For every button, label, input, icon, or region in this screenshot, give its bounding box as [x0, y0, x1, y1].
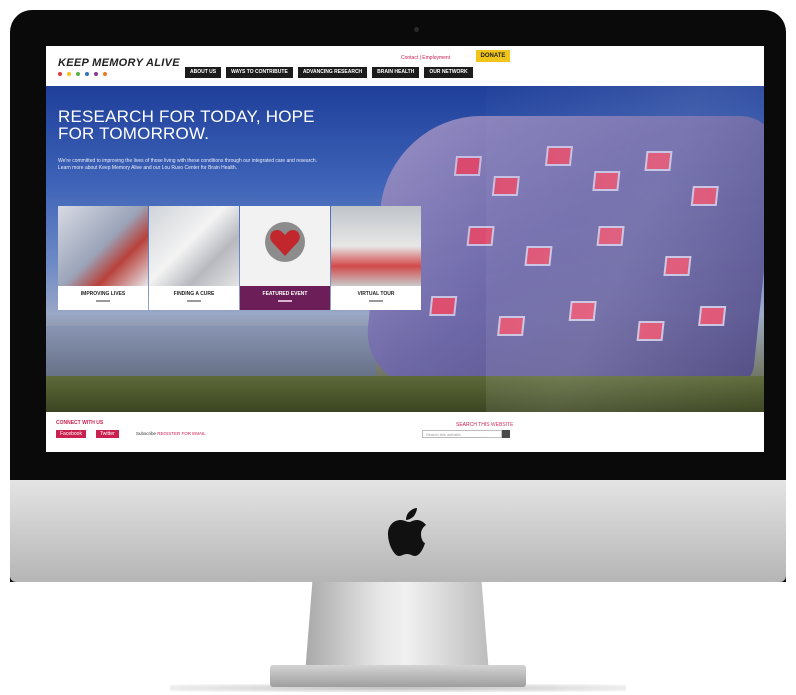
logo-dot	[76, 72, 80, 76]
monitor-stand-base	[270, 665, 526, 687]
nav-our-network[interactable]: OUR NETWORK	[424, 67, 473, 78]
building-window	[592, 171, 621, 191]
hero-title: RESEARCH FOR TODAY, HOPE FOR TOMORROW.	[58, 107, 315, 143]
logo-dot	[103, 72, 107, 76]
card-finding-a-cure[interactable]: FINDING A CURE	[149, 206, 239, 310]
building-window	[466, 226, 495, 246]
logo-dot	[94, 72, 98, 76]
building-window	[429, 296, 458, 316]
card-virtual-tour[interactable]: VIRTUAL TOUR	[331, 206, 421, 310]
card-photo	[240, 206, 330, 286]
contact-employment-link[interactable]: Contact | Employment	[401, 55, 450, 61]
building-window	[491, 176, 520, 196]
card-divider	[369, 300, 383, 302]
building-window	[690, 186, 719, 206]
card-divider	[278, 300, 292, 302]
logo-dot	[67, 72, 71, 76]
logo-dot	[85, 72, 89, 76]
building-window	[544, 146, 574, 166]
building-window	[497, 316, 526, 336]
search-title: SEARCH THIS WEBSITE	[456, 422, 514, 428]
card-label: IMPROVING LIVES	[80, 291, 126, 297]
apple-logo-icon	[388, 508, 426, 556]
site-footer-bar: CONNECT WITH US Facebook Twitter Subscri…	[46, 412, 764, 452]
monitor-screen: KEEP MEMORY ALIVE Contact | Employment D…	[46, 46, 764, 452]
card-photo	[331, 206, 421, 286]
building-window	[453, 156, 482, 176]
card-divider	[96, 300, 110, 302]
signup-text: Subscribe	[136, 431, 157, 436]
hero-banner: RESEARCH FOR TODAY, HOPE FOR TOMORROW. W…	[46, 86, 764, 412]
building-window	[663, 256, 692, 276]
site-logo[interactable]: KEEP MEMORY ALIVE	[58, 57, 180, 69]
facebook-button[interactable]: Facebook	[56, 430, 86, 438]
search-input[interactable]: Search this website	[422, 430, 502, 438]
card-label: FINDING A CURE	[173, 291, 215, 297]
search-submit-button[interactable]	[502, 430, 510, 438]
monitor-chin	[10, 480, 786, 582]
email-signup: Subscribe REGISTER FOR EMAIL	[136, 431, 206, 436]
lawn-image	[46, 376, 764, 412]
feature-cards: IMPROVING LIVES FINDING A CURE FEATURED …	[58, 206, 421, 310]
card-divider	[187, 300, 201, 302]
logo-dots	[58, 72, 107, 76]
monitor-stand-neck	[305, 582, 489, 674]
webcam-icon	[414, 27, 419, 32]
building-image	[361, 116, 764, 386]
nav-ways-to-contribute[interactable]: WAYS TO CONTRIBUTE	[226, 67, 293, 78]
card-photo	[58, 206, 148, 286]
card-photo	[149, 206, 239, 286]
logo-dot	[58, 72, 62, 76]
building-window	[698, 306, 727, 326]
building-window	[524, 246, 553, 266]
card-featured-event[interactable]: FEATURED EVENT	[240, 206, 330, 310]
nav-about-us[interactable]: ABOUT US	[185, 67, 222, 78]
building-window	[568, 301, 597, 321]
card-improving-lives[interactable]: IMPROVING LIVES	[58, 206, 148, 310]
connect-title: CONNECT WITH US	[56, 420, 104, 426]
building-window	[636, 321, 665, 341]
main-nav: ABOUT US WAYS TO CONTRIBUTE ADVANCING RE…	[185, 67, 473, 78]
nav-brain-health[interactable]: BRAIN HEALTH	[372, 67, 420, 78]
heart-badge-icon	[265, 222, 305, 262]
building-window	[644, 151, 673, 171]
signup-link[interactable]: REGISTER FOR EMAIL	[157, 431, 206, 436]
nav-advancing-research[interactable]: ADVANCING RESEARCH	[297, 67, 368, 78]
donate-button[interactable]: DONATE	[476, 50, 510, 62]
building-window	[596, 226, 625, 246]
card-label: FEATURED EVENT	[262, 291, 308, 297]
site-header: KEEP MEMORY ALIVE Contact | Employment D…	[46, 46, 764, 86]
hero-subtitle: We're committed to improving the lives o…	[58, 158, 318, 171]
card-label: VIRTUAL TOUR	[357, 291, 395, 297]
twitter-button[interactable]: Twitter	[96, 430, 119, 438]
